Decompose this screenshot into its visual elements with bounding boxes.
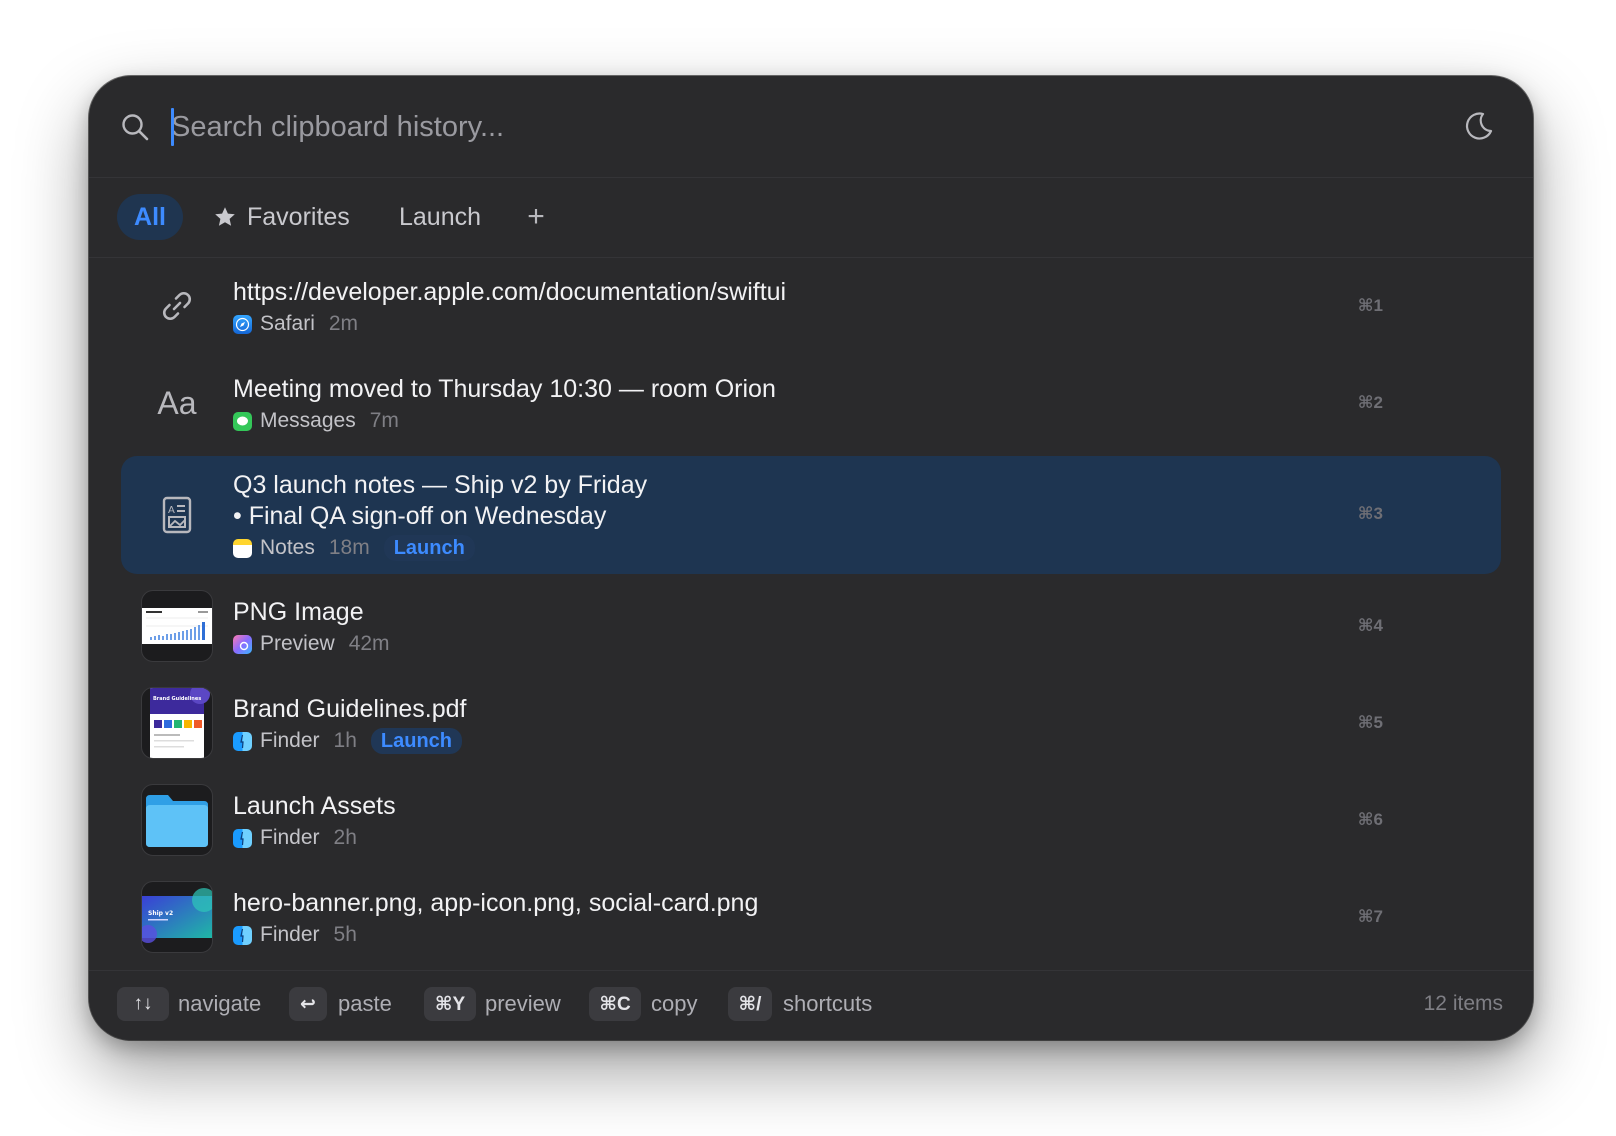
item-meta: Messages 7m bbox=[233, 407, 413, 435]
plus-icon: + bbox=[527, 200, 545, 233]
item-shortcut: ⌘7 bbox=[1357, 907, 1383, 926]
item-shortcut: ⌘3 bbox=[1357, 504, 1383, 523]
item-time: 5h bbox=[333, 923, 357, 946]
item-shortcut: ⌘4 bbox=[1357, 616, 1383, 635]
tab-label: Launch bbox=[399, 202, 482, 231]
tab-launch[interactable]: Launch bbox=[399, 194, 481, 240]
list-item-rich-text[interactable]: A Q3 launch notes — Ship v2 by Friday • … bbox=[121, 456, 1501, 574]
item-title: https://developer.apple.com/documentatio… bbox=[233, 278, 787, 306]
finder-icon bbox=[233, 731, 252, 751]
item-meta: Safari 2m bbox=[233, 310, 372, 338]
item-title: Meeting moved to Thursday 10:30 — room O… bbox=[233, 375, 776, 403]
tab-label: Favorites bbox=[247, 202, 350, 231]
item-meta: Preview 42m bbox=[233, 630, 404, 658]
item-meta: Finder 5h bbox=[233, 921, 371, 949]
tab-label: All bbox=[134, 202, 166, 231]
item-shortcut: ⌘1 bbox=[1357, 296, 1383, 315]
text-icon: Aa bbox=[157, 384, 197, 421]
item-time: 1h bbox=[333, 729, 357, 752]
item-title: Launch Assets bbox=[233, 792, 396, 820]
shortcuts-label: shortcuts bbox=[783, 991, 873, 1016]
list-item-pdf[interactable]: Brand Guidelines Brand Guidelines.pdf Fi… bbox=[121, 675, 1501, 772]
item-meta: Finder 2h bbox=[233, 824, 371, 852]
item-time: 18m bbox=[328, 536, 370, 559]
search-input[interactable] bbox=[171, 104, 1071, 150]
messages-icon bbox=[233, 411, 252, 431]
safari-icon bbox=[233, 314, 252, 334]
app-name: Safari bbox=[260, 312, 315, 335]
item-time: 2h bbox=[333, 826, 357, 849]
footer-hints: ↑↓ navigate ↩ paste ⌘Y preview ⌘C copy ⌘… bbox=[89, 970, 1533, 1040]
app-name: Finder bbox=[260, 826, 320, 849]
item-meta: Notes 18m Launch bbox=[233, 534, 475, 562]
shortcuts-key: ⌘/ bbox=[728, 987, 772, 1021]
paste-label: paste bbox=[338, 991, 392, 1016]
add-tab-button[interactable]: + bbox=[521, 194, 551, 240]
filter-tabs: All Favorites Launch + bbox=[89, 178, 1533, 258]
app-name: Finder bbox=[260, 729, 320, 752]
item-time: 42m bbox=[348, 632, 390, 655]
list-item-image[interactable]: PNG Image Preview 42m ⌘4 bbox=[121, 578, 1501, 675]
files-thumbnail-text: Ship v2 bbox=[148, 910, 173, 917]
link-icon bbox=[141, 270, 213, 342]
item-title: Brand Guidelines.pdf bbox=[233, 695, 467, 723]
text-caret bbox=[171, 108, 174, 146]
pdf-thumbnail: Brand Guidelines bbox=[141, 687, 213, 759]
pdf-thumbnail-text: Brand Guidelines bbox=[153, 696, 201, 702]
item-shortcut: ⌘5 bbox=[1357, 713, 1383, 732]
item-shortcut: ⌘2 bbox=[1357, 393, 1383, 412]
finder-icon bbox=[233, 925, 252, 945]
preview-label: preview bbox=[485, 991, 561, 1016]
app-name: Finder bbox=[260, 923, 320, 946]
star-icon bbox=[215, 207, 235, 226]
item-shortcut: ⌘6 bbox=[1357, 810, 1383, 829]
tab-all[interactable]: All bbox=[117, 194, 183, 240]
image-thumbnail bbox=[141, 590, 213, 662]
clipboard-list[interactable]: https://developer.apple.com/documentatio… bbox=[89, 258, 1533, 970]
item-title: hero-banner.png, app-icon.png, social-ca… bbox=[233, 889, 759, 917]
item-title: Q3 launch notes — Ship v2 by Friday bbox=[233, 471, 648, 499]
list-item-text[interactable]: Aa Meeting moved to Thursday 10:30 — roo… bbox=[121, 355, 1501, 452]
list-item-folder[interactable]: Launch Assets Finder 2h ⌘6 bbox=[121, 772, 1501, 869]
preview-key: ⌘Y bbox=[424, 987, 476, 1021]
folder-icon bbox=[141, 784, 213, 856]
clipboard-window: All Favorites Launch + bbox=[89, 76, 1533, 1040]
item-count: 12 items bbox=[1423, 992, 1503, 1015]
navigate-label: navigate bbox=[178, 991, 262, 1016]
app-name: Messages bbox=[260, 409, 356, 432]
list-item-link[interactable]: https://developer.apple.com/documentatio… bbox=[121, 258, 1501, 355]
item-time: 7m bbox=[369, 409, 399, 432]
app-name: Notes bbox=[260, 536, 315, 559]
files-thumbnail: Ship v2 bbox=[141, 881, 213, 953]
preview-icon bbox=[233, 634, 252, 654]
copy-key: ⌘C bbox=[589, 987, 641, 1021]
app-name: Preview bbox=[260, 632, 335, 655]
paste-key: ↩ bbox=[289, 987, 327, 1021]
item-tag: Launch bbox=[370, 728, 463, 754]
item-time: 2m bbox=[328, 312, 359, 335]
item-meta: Finder 1h Launch bbox=[233, 727, 463, 755]
copy-label: copy bbox=[651, 991, 698, 1016]
item-tag: Launch bbox=[383, 535, 475, 561]
moon-icon[interactable] bbox=[1463, 110, 1495, 142]
item-title: PNG Image bbox=[233, 598, 364, 626]
navigate-key: ↑↓ bbox=[117, 987, 169, 1021]
rich-text-icon: A bbox=[141, 479, 213, 551]
finder-icon bbox=[233, 828, 252, 848]
search-icon bbox=[122, 114, 149, 141]
svg-text:A: A bbox=[168, 505, 175, 516]
search-bar bbox=[89, 76, 1533, 178]
notes-icon bbox=[233, 538, 252, 558]
list-item-files[interactable]: Ship v2 hero-banner.png, app-icon.png, s… bbox=[121, 869, 1501, 966]
tab-favorites[interactable]: Favorites bbox=[213, 194, 350, 240]
item-title-line-2: • Final QA sign-off on Wednesday bbox=[233, 502, 607, 530]
